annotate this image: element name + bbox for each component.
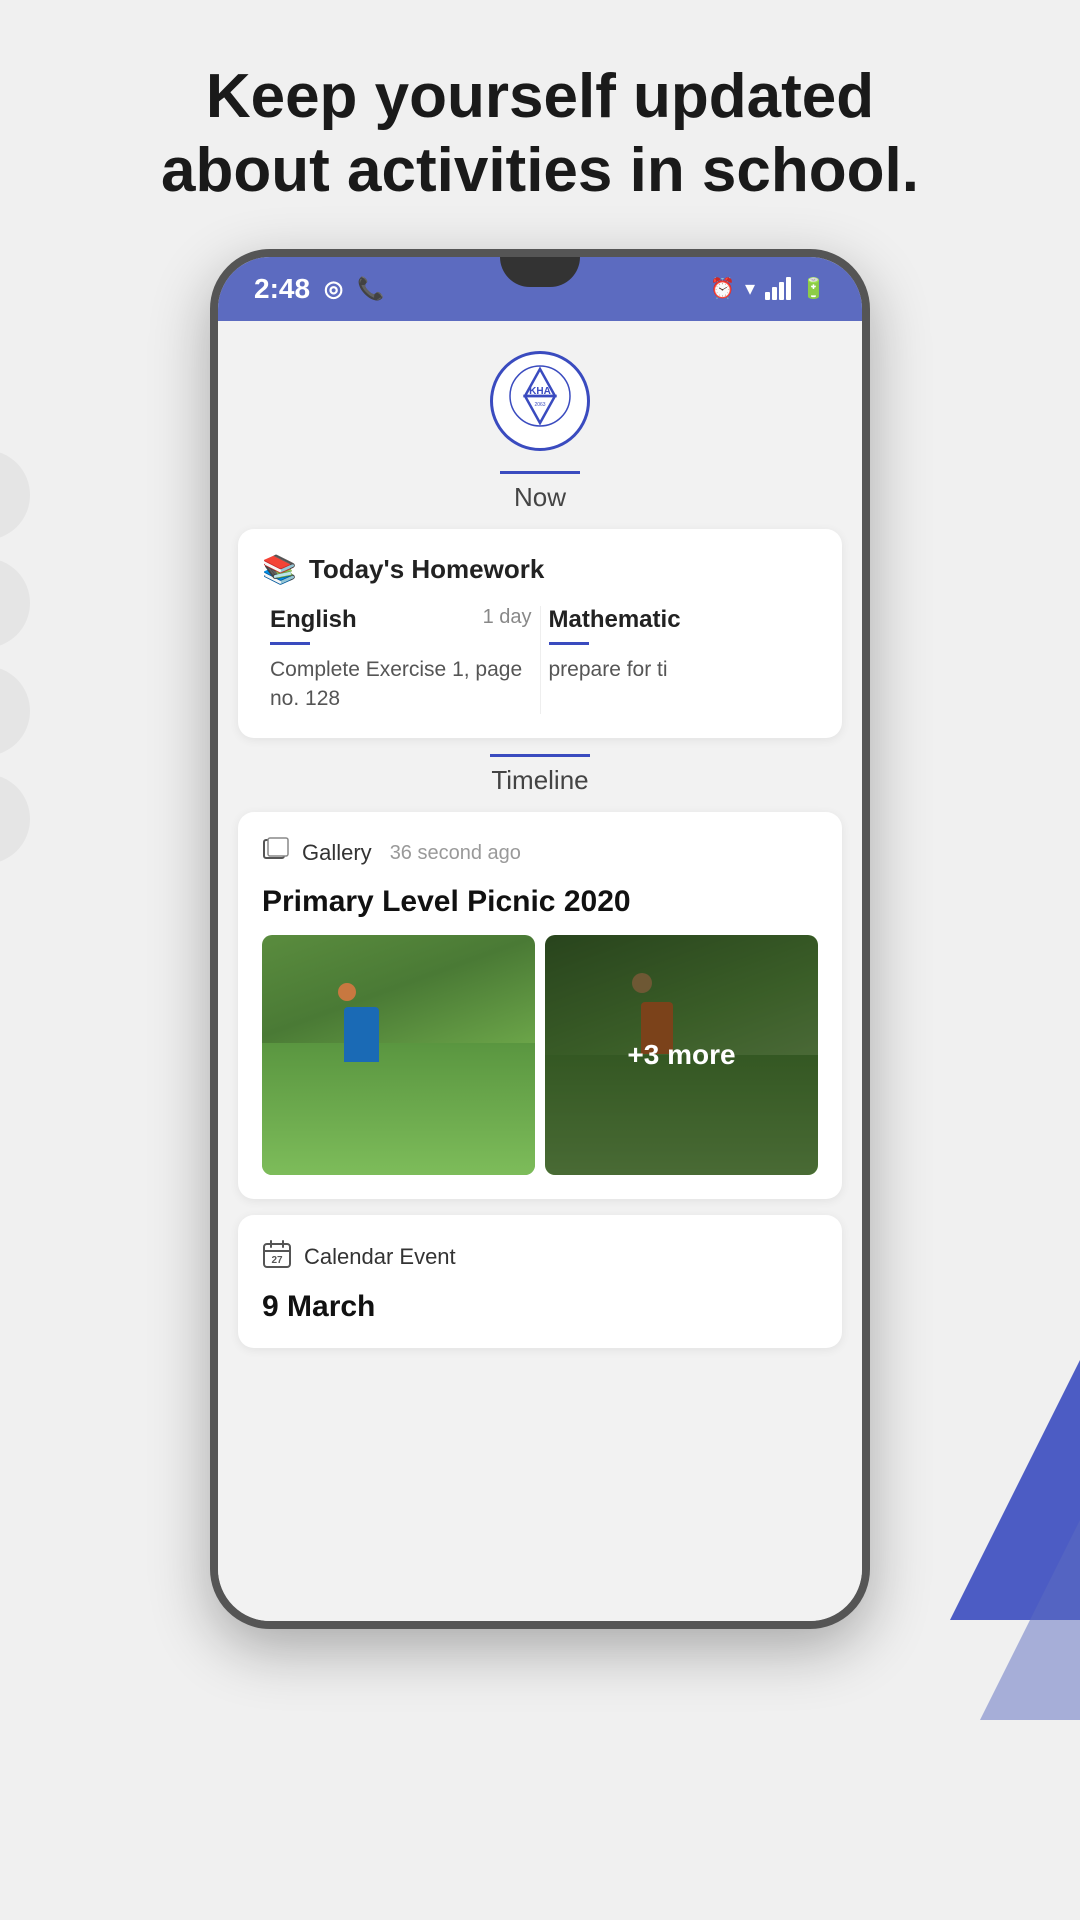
timeline-tab-label: Timeline (491, 765, 588, 796)
english-days: 1 day (483, 606, 532, 629)
math-underline (549, 642, 589, 645)
english-desc: Complete Exercise 1, page no. 128 (270, 655, 532, 714)
signal-circle-icon: ◎ (324, 276, 343, 302)
math-name: Mathematic (549, 606, 681, 634)
english-underline (270, 642, 310, 645)
homework-card: 📚 Today's Homework English 1 day Complet… (238, 529, 842, 738)
svg-text:27: 27 (271, 1255, 283, 1266)
gallery-event-title: Primary Level Picnic 2020 (262, 885, 818, 919)
subject-math: Mathematic prepare for ti (541, 606, 819, 714)
timeline-tab-underline (490, 754, 590, 757)
now-tab-label: Now (514, 482, 566, 513)
gallery-image-1[interactable] (262, 935, 535, 1175)
now-tab-underline (500, 471, 580, 474)
wifi-icon: ▾ (745, 276, 755, 301)
page-header: Keep yourself updated about activities i… (0, 0, 1080, 249)
subject-english: English 1 day Complete Exercise 1, page … (262, 606, 541, 714)
calendar-header: 27 Calendar Event (262, 1239, 818, 1276)
english-name: English (270, 606, 357, 634)
english-header: English 1 day (270, 606, 532, 634)
math-header: Mathematic (549, 606, 811, 634)
battery-icon: 🔋 (801, 276, 826, 301)
header-title-line2: about activities in school. (161, 136, 919, 205)
calendar-card[interactable]: 27 Calendar Event 9 March (238, 1215, 842, 1348)
calendar-type: Calendar Event (304, 1244, 456, 1270)
homework-icon: 📚 (262, 553, 297, 586)
homework-subjects: English 1 day Complete Exercise 1, page … (262, 606, 818, 714)
math-desc: prepare for ti (549, 655, 811, 684)
gallery-type: Gallery (302, 840, 372, 866)
status-right: ⏰ ▾ 🔋 (710, 276, 826, 301)
calendar-date: 9 March (262, 1290, 818, 1324)
school-logo: KHA 2063 (490, 351, 590, 451)
app-content: KHA 2063 Now 📚 Today's Homework (218, 321, 862, 1621)
phone-frame: 2:48 ◎ 📞 ⏰ ▾ 🔋 (210, 249, 870, 1629)
now-tab[interactable]: Now (218, 471, 862, 513)
more-overlay: +3 more (545, 935, 818, 1175)
logo-section: KHA 2063 (218, 321, 862, 461)
gallery-images: +3 more (262, 935, 818, 1175)
calendar-icon: 27 (262, 1239, 292, 1276)
gallery-card[interactable]: Gallery 36 second ago Primary Level Picn… (238, 812, 842, 1199)
time-display: 2:48 (254, 273, 310, 305)
phone-mockup: 2:48 ◎ 📞 ⏰ ▾ 🔋 (0, 249, 1080, 1629)
timeline-tab[interactable]: Timeline (218, 754, 862, 796)
homework-title: Today's Homework (309, 554, 544, 585)
header-title-line1: Keep yourself updated (206, 62, 874, 131)
gallery-img-placeholder-1 (262, 935, 535, 1175)
alarm-icon: ⏰ (710, 276, 735, 301)
signal-bars-icon (765, 277, 791, 300)
gallery-header: Gallery 36 second ago (262, 836, 818, 871)
svg-text:KHA: KHA (529, 386, 551, 397)
logo-svg: KHA 2063 (500, 361, 580, 441)
status-left: 2:48 ◎ 📞 (254, 273, 385, 305)
more-count-text: +3 more (627, 1039, 735, 1071)
homework-header: 📚 Today's Homework (262, 553, 818, 586)
gallery-icon (262, 836, 290, 871)
svg-text:2063: 2063 (534, 402, 545, 408)
gallery-image-2[interactable]: +3 more (545, 935, 818, 1175)
whatsapp-icon: 📞 (357, 276, 384, 302)
gallery-time: 36 second ago (390, 842, 521, 865)
